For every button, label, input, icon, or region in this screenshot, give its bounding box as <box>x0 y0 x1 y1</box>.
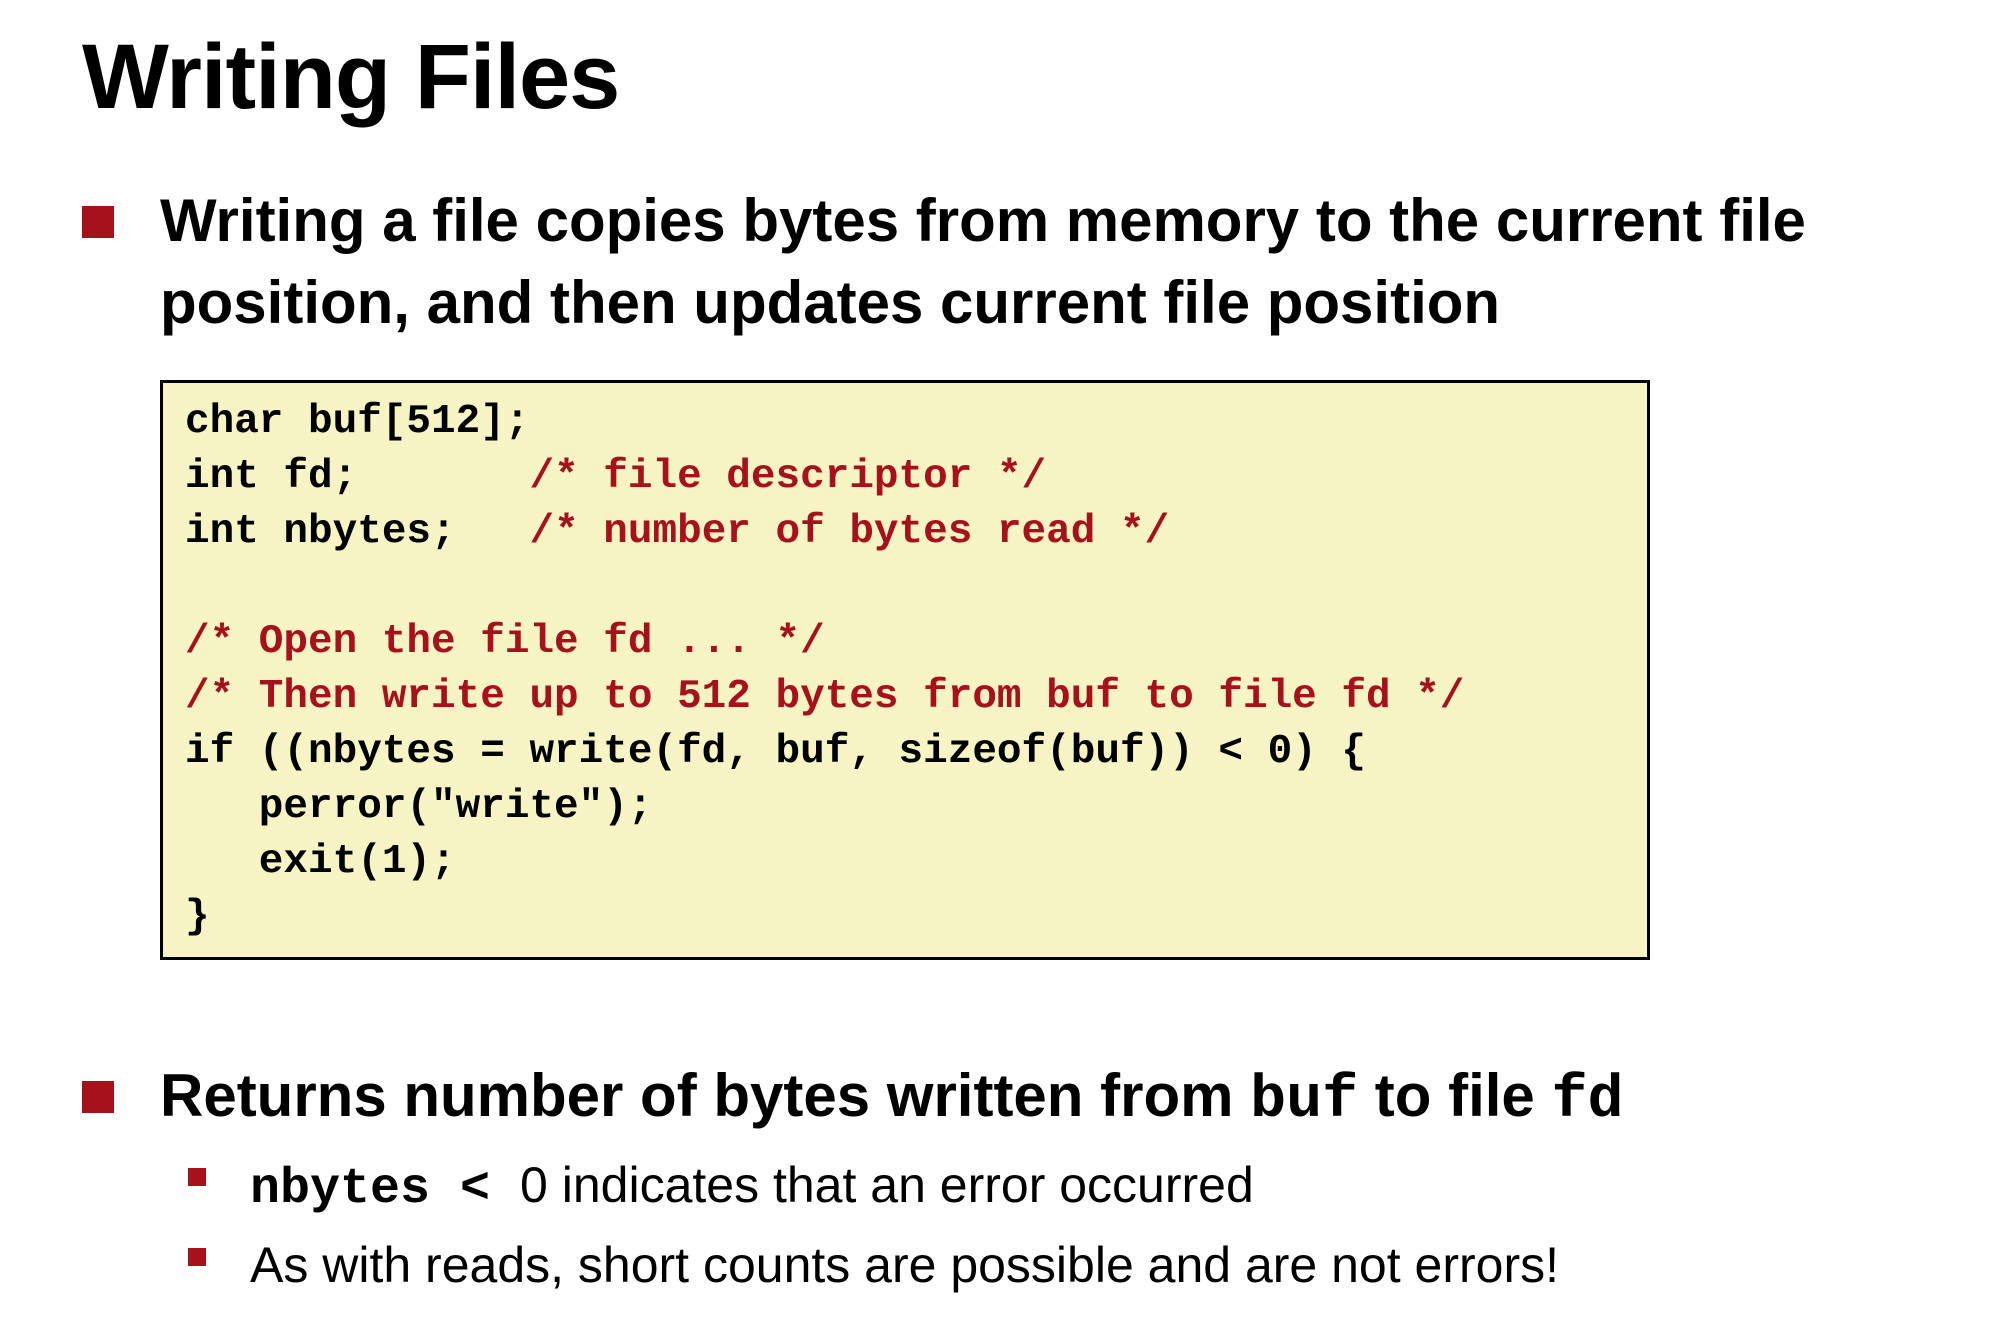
bullet-square-icon <box>82 206 114 238</box>
code-comment: /* file descriptor */ <box>529 454 1047 500</box>
code-block: char buf[512]; int fd; /* file descripto… <box>160 380 1650 960</box>
code-line: int nbytes; /* number of bytes read */ <box>185 505 1647 560</box>
code-line: char buf[512]; <box>185 399 530 445</box>
code-comment-line: /* Then write up to 512 bytes from buf t… <box>185 674 1465 720</box>
sub-bullet-square-icon <box>188 1168 206 1186</box>
code-line: int fd; /* file descriptor */ <box>185 450 1647 505</box>
code-statement: int nbytes; <box>185 509 530 555</box>
inline-code-buf: buf <box>1250 1067 1359 1135</box>
bullet-text-line2: position, and then updates current file … <box>160 269 1501 336</box>
bullet-text: Returns number of bytes written from buf… <box>160 1055 1624 1142</box>
sub-bullet-square-icon <box>188 1248 206 1266</box>
bullet-text-part: Returns number of bytes written from <box>160 1062 1251 1129</box>
slide-title: Writing Files <box>82 26 620 128</box>
inline-code-fd: fd <box>1551 1067 1624 1135</box>
code-comment-line: /* Open the file fd ... */ <box>185 619 825 665</box>
code-line: perror("write"); <box>185 784 653 830</box>
sub-bullet-text-part: 0 indicates that an error occurred <box>520 1157 1254 1213</box>
code-comment: /* number of bytes read */ <box>529 509 1170 555</box>
inline-code-nbytes: nbytes < <box>250 1161 521 1218</box>
bullet-text-part: to file <box>1358 1062 1552 1129</box>
bullet-text-line1: Writing a file copies bytes from memory … <box>160 187 1806 254</box>
sub-bullet-text: nbytes < 0 indicates that an error occur… <box>250 1150 1254 1225</box>
bullet-square-icon <box>82 1081 114 1113</box>
code-line: } <box>185 894 210 940</box>
sub-bullet-text: As with reads, short counts are possible… <box>250 1237 1559 1293</box>
code-line: exit(1); <box>185 839 456 885</box>
code-statement: int fd; <box>185 454 530 500</box>
code-line: if ((nbytes = write(fd, buf, sizeof(buf)… <box>185 729 1366 775</box>
